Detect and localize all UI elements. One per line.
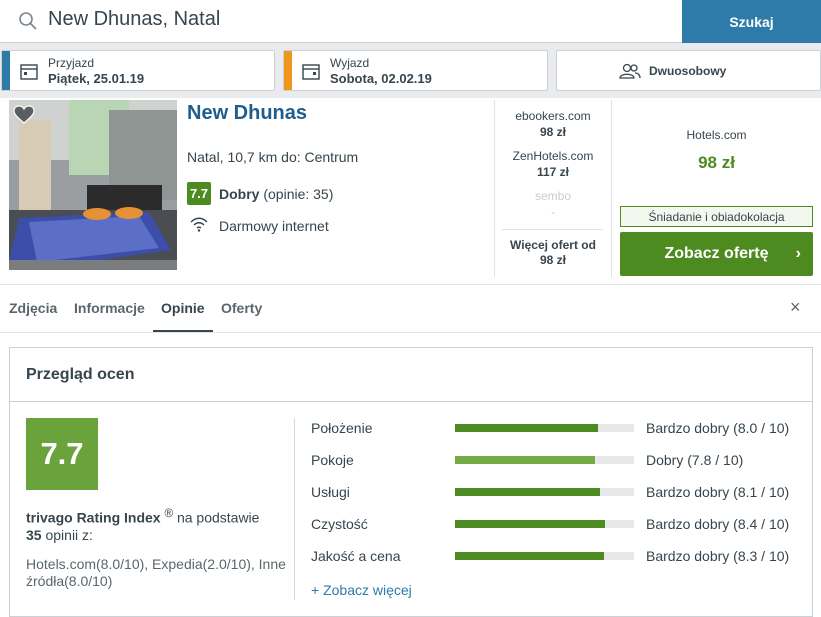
offer-ebookers[interactable]: ebookers.com 98 zł [503,109,603,139]
tab-photos[interactable]: Zdjęcia [9,300,57,316]
category-score: (8.4 / 10) [733,516,790,532]
reviews-title: Przegląd ocen [26,366,135,383]
checkout-date-field[interactable]: Wyjazd Sobota, 02.02.19 [283,50,548,91]
category-score: (8.0 / 10) [733,420,790,436]
rating-index-basis: na podstawie [176,509,260,526]
calendar-icon [302,64,320,80]
more-offers-price: 98 zł [539,253,566,267]
category-label: Pokoje [311,452,354,468]
rating-sources: Hotels.com(8.0/10), Expedia(2.0/10), Inn… [26,556,286,589]
offer-zenhotels[interactable]: ZenHotels.com 117 zł [503,149,603,179]
calendar-icon [20,64,38,80]
category-rating-word: Bardzo dobry [646,420,730,436]
checkin-label: Przyjazd [48,56,95,70]
more-offers-text: Więcej ofert od [510,238,596,252]
category-label: Usługi [311,484,350,500]
score-badge: 7.7 [187,182,211,205]
meal-plan-badge: Śniadanie i obiadokolacja [620,206,813,227]
category-score: (8.3 / 10) [733,548,790,564]
checkin-value: Piątek, 25.01.19 [48,71,145,86]
category-rating-word: Dobry [646,452,684,468]
checkout-value: Sobota, 02.02.19 [330,71,432,86]
divider [611,100,612,277]
category-label: Położenie [311,420,373,436]
heart-icon[interactable] [13,105,35,125]
more-offers-link[interactable]: Więcej ofert od 98 zł [500,238,606,268]
divider [494,100,495,277]
hotel-photo[interactable] [9,100,177,270]
category-rating: Bardzo dobry (8.4 / 10) [646,516,789,532]
search-icon [19,12,37,30]
rating-bar-fill [455,488,600,496]
divider [0,332,821,333]
review-count: 35 [26,526,42,543]
category-rating: Bardzo dobry (8.3 / 10) [646,548,789,564]
category-rating-word: Bardzo dobry [646,484,730,500]
checkout-label: Wyjazd [330,56,370,70]
tab-info[interactable]: Informacje [74,300,145,316]
checkin-stripe [2,51,10,90]
close-icon[interactable]: × [790,297,801,318]
hotel-name[interactable]: New Dhunas [187,102,307,125]
best-offer-site: Hotels.com [686,128,747,142]
overall-score: 7.7 [26,418,98,490]
registered-mark: ® [164,507,174,520]
room-type-label: Dwuosobowy [649,64,727,78]
rating-bar-fill [455,424,599,432]
offer-site: ZenHotels.com [512,149,594,163]
rating-bar-fill [455,520,606,528]
chevron-right-icon: › [795,245,801,262]
view-deal-button[interactable]: Zobacz ofertę › [620,232,813,276]
rating-bar [455,520,634,528]
rating-bar [455,424,634,432]
rating-index-text: trivago Rating Index ® na podstawie 35 o… [26,505,276,544]
divider [0,284,821,285]
category-score: (8.1 / 10) [733,484,790,500]
offer-sembo: sembo - [503,189,603,219]
active-tab-indicator [153,330,213,332]
rating-bar [455,552,634,560]
rating-index-suffix: opinii z: [45,526,93,543]
tab-deals[interactable]: Oferty [221,300,262,316]
offer-price: 117 zł [536,165,570,179]
category-rating: Bardzo dobry (8.0 / 10) [646,420,789,436]
category-rating-word: Bardzo dobry [646,548,730,564]
guests-icon [619,63,641,79]
rating-bar-fill [455,552,604,560]
best-offer-price: 98 zł [698,153,735,172]
view-deal-label: Zobacz ofertę [664,245,769,262]
divider [10,401,812,402]
rating-bar [455,488,634,496]
amenity-wifi: Darmowy internet [219,218,329,234]
search-button[interactable]: Szukaj [682,0,821,43]
checkin-date-field[interactable]: Przyjazd Piątek, 25.01.19 [1,50,275,91]
search-input[interactable] [48,8,648,31]
checkout-stripe [284,51,292,90]
rating-summary[interactable]: Dobry (opinie: 35) [219,186,333,202]
rating-index-label: trivago Rating Index [26,509,161,526]
category-rating: Bardzo dobry (8.1 / 10) [646,484,789,500]
category-label: Jakość a cena [311,548,401,564]
rating-label: Dobry [219,186,260,202]
divider [502,229,603,230]
category-score: (7.8 / 10) [687,452,744,468]
rating-reviews: (opinie: 35) [263,186,334,202]
offer-price: - [551,205,555,219]
room-type-selector[interactable]: Dwuosobowy [556,50,821,91]
rating-bar [455,456,634,464]
offer-site: sembo [534,189,572,203]
see-more-link[interactable]: + Zobacz więcej [311,582,412,598]
category-rating-word: Bardzo dobry [646,516,730,532]
hotel-location: Natal, 10,7 km do: Centrum [187,149,359,165]
rating-bar-fill [455,456,595,464]
offer-price: 98 zł [539,125,566,139]
wifi-icon [190,217,208,232]
category-rating: Dobry (7.8 / 10) [646,452,743,468]
divider [294,418,295,600]
tab-reviews[interactable]: Opinie [161,300,205,316]
offer-site: ebookers.com [515,109,591,123]
category-label: Czystość [311,516,368,532]
